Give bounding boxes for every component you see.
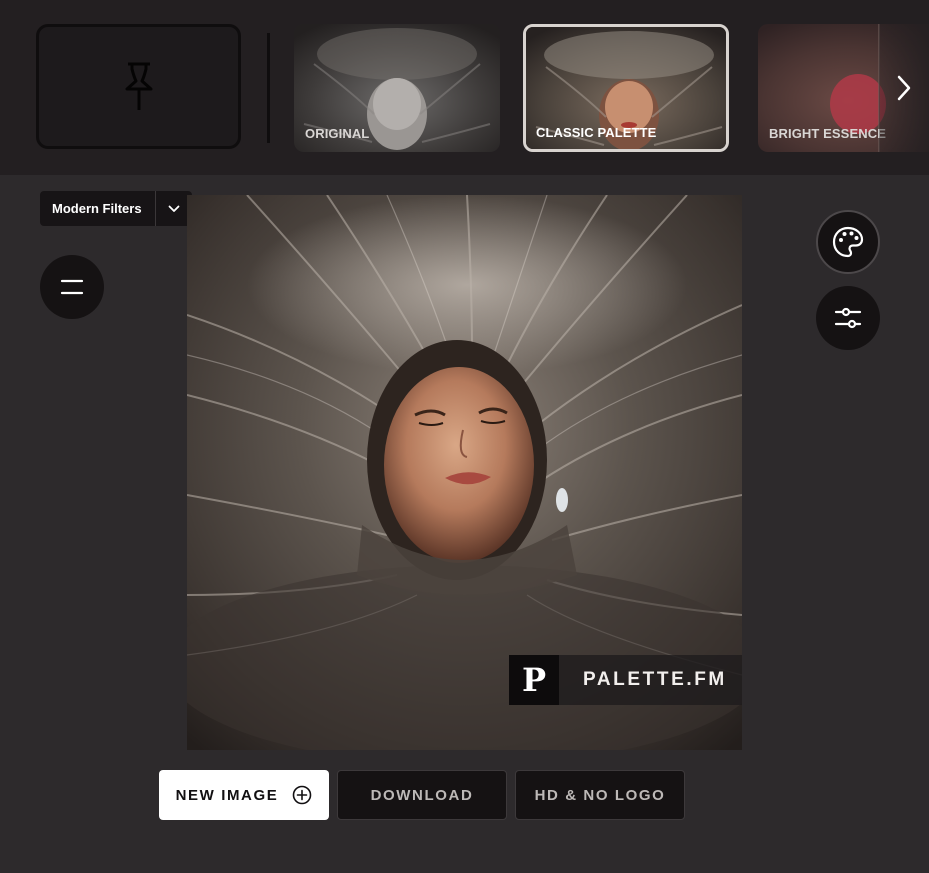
download-button[interactable]: DOWNLOAD [337, 770, 507, 820]
adjustments-button[interactable] [816, 286, 880, 350]
filter-label: CLASSIC PALETTE [536, 125, 657, 140]
scroll-next-button[interactable] [879, 24, 929, 152]
new-image-button[interactable]: NEW IMAGE [159, 770, 329, 820]
palette-button[interactable] [816, 210, 880, 274]
hd-no-logo-label: HD & NO LOGO [534, 786, 666, 804]
strip-divider [267, 33, 270, 143]
chevron-right-icon [897, 75, 911, 101]
new-image-label: NEW IMAGE [175, 786, 279, 804]
filter-category-select[interactable]: Modern Filters [40, 191, 192, 226]
pin-slot[interactable] [36, 24, 241, 149]
sliders-icon [834, 307, 862, 329]
filter-category-value: Modern Filters [52, 201, 142, 216]
filter-label: ORIGINAL [305, 126, 370, 141]
hd-no-logo-button[interactable]: HD & NO LOGO [515, 770, 685, 820]
watermark-text: PALETTE.FM [583, 669, 727, 690]
filter-thumb-classic-palette[interactable]: CLASSIC PALETTE [523, 24, 729, 152]
pin-icon [125, 62, 152, 110]
menu-button[interactable] [40, 255, 104, 319]
download-label: DOWNLOAD [370, 786, 474, 804]
result-image: P PALETTE.FM [187, 195, 742, 750]
menu-icon [60, 279, 84, 295]
palette-icon [832, 226, 864, 258]
plus-circle-icon [292, 785, 312, 805]
filter-strip: ORIGINAL CLASSIC PALETTE BRIGHT ESSENCE [0, 0, 929, 175]
filter-label: BRIGHT ESSENCE [769, 126, 886, 141]
watermark: P PALETTE.FM [509, 655, 742, 705]
filter-thumb-original[interactable]: ORIGINAL [294, 24, 500, 152]
watermark-logo: P [509, 655, 559, 705]
